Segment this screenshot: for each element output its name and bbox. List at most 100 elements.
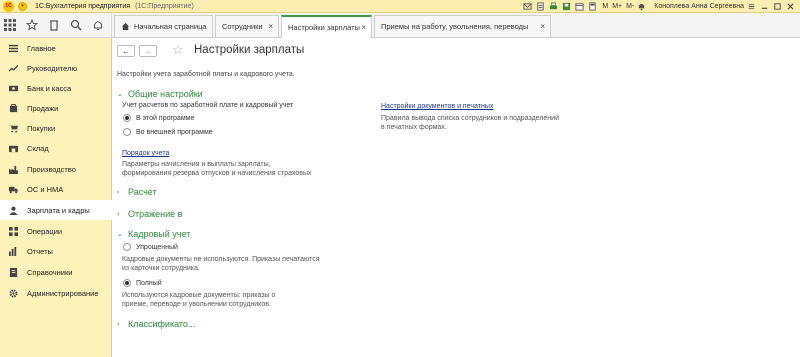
sidebar-item-reports[interactable]: Отчеты (0, 241, 111, 261)
close-tab-icon[interactable]: × (268, 22, 273, 31)
search-icon[interactable] (70, 19, 82, 32)
sidebar-item-label: Администрирование (27, 288, 99, 298)
section-title: Классификато... (128, 319, 196, 329)
sidebar-item-manager[interactable]: Руководителю (0, 58, 111, 78)
accounting-order-link[interactable]: Порядок учета (122, 150, 169, 157)
section-title: Расчет (128, 187, 157, 197)
chevron-right-icon: › (117, 188, 120, 196)
accounting-order-desc: формирования резерва отпусков и начислен… (122, 170, 312, 177)
sidebar-item-label: Зарплата и кадры (27, 205, 90, 215)
section-general-settings[interactable]: ⌄ Общие настройки (117, 89, 203, 99)
tab-label: Настройки зарплаты (288, 23, 360, 32)
section-hr-accounting[interactable]: ⌄ Кадровый учет (117, 229, 190, 239)
page-description: Настройки учета заработной платы и кадро… (117, 71, 295, 78)
document-settings-link[interactable]: Настройки документов и печатных (381, 103, 493, 110)
hr-simplified-desc: Кадровые документы не используются. Прик… (122, 256, 320, 263)
chevron-right-icon: › (117, 210, 120, 218)
sidebar-item-directories[interactable]: Справочники (0, 262, 111, 282)
tab-home[interactable]: Начальная страница (114, 15, 213, 37)
sidebar-item-purchases[interactable]: Покупки (0, 118, 111, 138)
truck-icon (8, 184, 18, 194)
payroll-settings-form: ← → ☆ Настройки зарплаты Настройки учета… (113, 39, 800, 357)
document-settings-desc: Правила вывода списка сотрудников и подр… (381, 115, 559, 122)
chevron-down-icon: ⌄ (117, 231, 123, 238)
section-reflection[interactable]: › Отражение в (117, 209, 182, 219)
sidebar-item-warehouse[interactable]: Склад (0, 138, 111, 158)
attach-icon[interactable] (535, 1, 546, 11)
factory-icon (8, 164, 18, 174)
sections-grid-icon[interactable] (4, 19, 16, 32)
section-title: Отражение в (128, 209, 183, 219)
memory-minus-button[interactable]: M- (626, 3, 634, 10)
notifications-icon[interactable] (636, 2, 647, 11)
messages-icon[interactable] (522, 2, 533, 11)
print-icon[interactable] (548, 1, 559, 11)
tab-hiring-transfers[interactable]: Приемы на работу, увольнения, переводы × (374, 15, 551, 37)
menu-icon (8, 43, 18, 53)
radio-label: Во внешней программе (136, 128, 213, 136)
tab-label: Начальная страница (134, 22, 207, 31)
sidebar-item-label: Главное (27, 43, 56, 53)
history-clock-icon[interactable] (48, 19, 60, 32)
close-window-icon[interactable] (785, 2, 796, 11)
radio-label: Полный (136, 279, 162, 287)
memory-plus-button[interactable]: M+ (612, 3, 622, 10)
calculator-icon[interactable] (587, 1, 598, 11)
close-tab-icon[interactable]: × (361, 23, 366, 32)
warehouse-icon (8, 143, 18, 153)
operations-icon (8, 226, 18, 236)
back-button[interactable]: ← (117, 45, 135, 57)
tab-employees[interactable]: Сотрудники × (215, 15, 279, 37)
hr-full-desc: приеме, переводе и увольнении сотруднико… (122, 301, 271, 308)
accounting-order-desc: Параметры начисления и выплаты зарплаты, (122, 161, 271, 168)
window-menu-icon[interactable] (746, 2, 757, 11)
section-title: Общие настройки (128, 89, 203, 99)
chevron-down-icon: ⌄ (117, 91, 123, 98)
radio-label: Упрощенный (136, 243, 178, 251)
sidebar-item-label: Склад (27, 143, 49, 153)
chart-icon (8, 63, 18, 73)
sidebar-item-production[interactable]: Производство (0, 159, 111, 179)
tab-payroll-settings[interactable]: Настройки зарплаты × (281, 15, 372, 38)
section-calculation[interactable]: › Расчет (117, 187, 157, 197)
forward-button[interactable]: → (139, 45, 157, 57)
sidebar-item-bank[interactable]: Банк и касса (0, 78, 111, 98)
title-bar-tools: M M+ M- Коноплева Анна Сергеевна (520, 0, 800, 13)
radio-label: В этой программе (136, 114, 195, 122)
page-title: Настройки зарплаты (194, 44, 305, 56)
sidebar-item-operations[interactable]: Операции (0, 221, 111, 241)
tool-row (0, 13, 112, 38)
sections-sidebar: Главное Руководителю Банк и касса Продаж… (0, 38, 112, 357)
sidebar-item-main[interactable]: Главное (0, 38, 111, 58)
sidebar-item-label: Руководителю (27, 63, 78, 73)
history-icon[interactable] (574, 2, 585, 11)
favorites-star-icon[interactable] (26, 19, 38, 32)
main-menu-button[interactable]: ▾ (18, 1, 27, 11)
sidebar-item-administration[interactable]: Администрирование (0, 283, 111, 303)
section-classifiers[interactable]: › Классификато... (117, 319, 195, 329)
bank-icon (8, 83, 18, 93)
radio-selected-icon (123, 279, 131, 287)
save-icon[interactable] (561, 2, 572, 11)
sidebar-item-label: Банк и касса (27, 83, 72, 93)
minimize-icon[interactable] (759, 2, 770, 11)
maximize-icon[interactable] (772, 2, 783, 11)
memory-button[interactable]: M (602, 3, 608, 10)
hr-full-desc: Используются кадровые документы: приказы… (122, 292, 276, 299)
bell-icon[interactable] (92, 19, 104, 32)
radio-hr-full[interactable]: Полный (123, 279, 162, 287)
favorite-star-icon[interactable]: ☆ (172, 42, 184, 58)
sidebar-item-sales[interactable]: Продажи (0, 98, 111, 118)
tab-label: Приемы на работу, увольнения, переводы (381, 22, 529, 31)
radio-hr-simplified[interactable]: Упрощенный (123, 243, 178, 251)
app-subtitle: (1С:Предприятие) (135, 2, 194, 10)
radio-in-this-program[interactable]: В этой программе (123, 114, 194, 122)
radio-external-program[interactable]: Во внешней программе (123, 128, 213, 136)
sidebar-item-payroll[interactable]: Зарплата и кадры (0, 200, 112, 220)
gear-icon (8, 288, 18, 298)
person-icon (8, 205, 18, 215)
hr-simplified-desc: из карточки сотрудника. (122, 265, 200, 272)
close-tab-icon[interactable]: × (540, 22, 545, 31)
user-name[interactable]: Коноплева Анна Сергеевна (654, 3, 744, 10)
sidebar-item-fixed-assets[interactable]: ОС и НМА (0, 179, 111, 199)
